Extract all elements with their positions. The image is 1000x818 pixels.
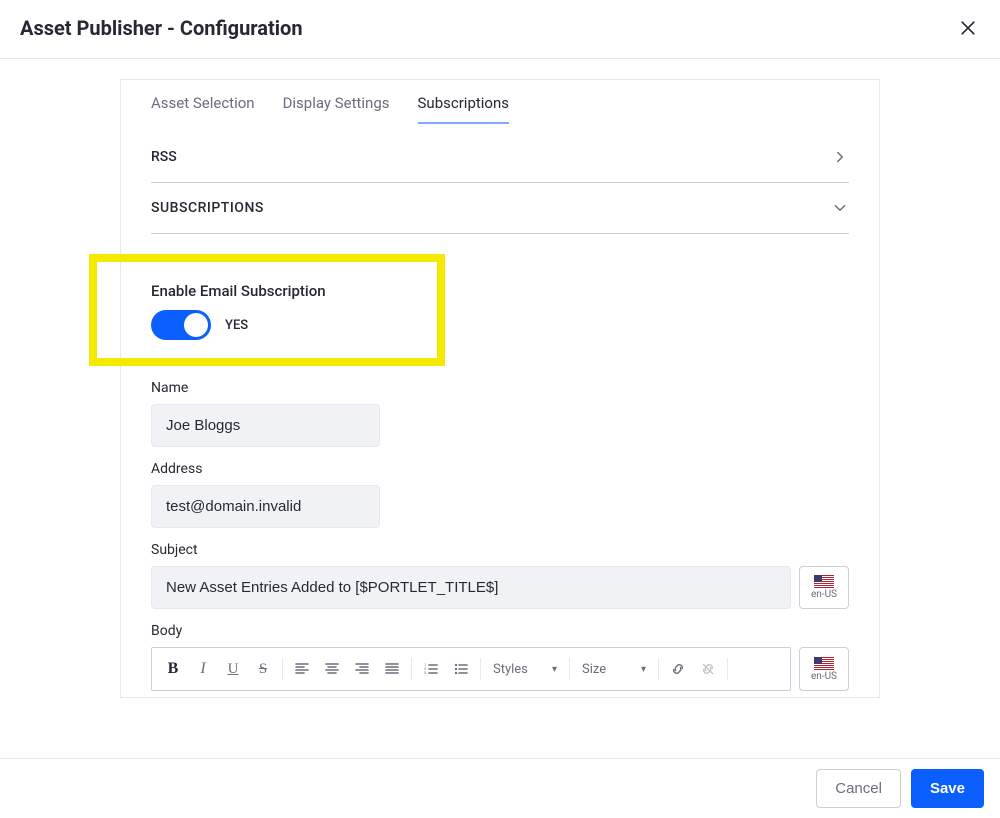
enable-email-subscription-toggle[interactable] bbox=[151, 310, 211, 340]
align-justify-button[interactable] bbox=[377, 654, 407, 684]
align-left-icon bbox=[294, 661, 310, 677]
toolbar-separator bbox=[569, 658, 570, 680]
highlight-enable-subscription: Enable Email Subscription YES bbox=[89, 254, 445, 366]
tab-display-settings[interactable]: Display Settings bbox=[283, 94, 390, 124]
unordered-list-icon bbox=[453, 661, 469, 677]
align-right-button[interactable] bbox=[347, 654, 377, 684]
toolbar-separator bbox=[658, 658, 659, 680]
chevron-right-icon bbox=[831, 148, 849, 166]
svg-text:3: 3 bbox=[424, 670, 426, 675]
address-input[interactable] bbox=[151, 485, 380, 528]
strikethrough-button[interactable]: S bbox=[248, 654, 278, 684]
unlink-button[interactable] bbox=[693, 654, 723, 684]
link-icon bbox=[670, 661, 686, 677]
tab-asset-selection[interactable]: Asset Selection bbox=[151, 94, 255, 124]
body-locale-code: en-US bbox=[811, 671, 837, 682]
size-select[interactable]: Size ▾ bbox=[574, 654, 654, 684]
subject-input[interactable] bbox=[151, 566, 791, 609]
align-center-button[interactable] bbox=[317, 654, 347, 684]
align-left-button[interactable] bbox=[287, 654, 317, 684]
enable-email-subscription-label: Enable Email Subscription bbox=[151, 282, 417, 300]
align-right-icon bbox=[354, 661, 370, 677]
ordered-list-icon: 123 bbox=[423, 661, 439, 677]
caret-down-icon: ▾ bbox=[552, 664, 557, 675]
tab-subscriptions[interactable]: Subscriptions bbox=[418, 94, 509, 124]
subject-locale-button[interactable]: en-US bbox=[799, 566, 849, 609]
toggle-status: YES bbox=[225, 318, 248, 333]
toolbar-separator bbox=[411, 658, 412, 680]
toolbar-separator bbox=[282, 658, 283, 680]
close-button[interactable] bbox=[956, 16, 980, 40]
us-flag-icon bbox=[814, 657, 834, 670]
save-button[interactable]: Save bbox=[911, 769, 984, 808]
unlink-icon bbox=[700, 661, 716, 677]
link-button[interactable] bbox=[663, 654, 693, 684]
size-select-label: Size bbox=[582, 662, 606, 677]
underline-button[interactable]: U bbox=[218, 654, 248, 684]
page-title: Asset Publisher - Configuration bbox=[20, 16, 303, 40]
name-input[interactable] bbox=[151, 404, 380, 447]
section-subscriptions[interactable]: SUBSCRIPTIONS bbox=[151, 183, 849, 234]
toolbar-separator bbox=[480, 658, 481, 680]
ordered-list-button[interactable]: 123 bbox=[416, 654, 446, 684]
styles-select-label: Styles bbox=[493, 662, 528, 677]
bold-button[interactable]: B bbox=[158, 654, 188, 684]
toolbar-separator bbox=[727, 658, 728, 680]
section-subscriptions-label: SUBSCRIPTIONS bbox=[151, 200, 264, 216]
body-editor: B I U S bbox=[151, 647, 791, 691]
subject-locale-code: en-US bbox=[811, 589, 837, 600]
chevron-down-icon bbox=[831, 199, 849, 217]
section-rss-label: RSS bbox=[151, 149, 177, 165]
italic-button[interactable]: I bbox=[188, 654, 218, 684]
close-icon bbox=[958, 18, 978, 38]
styles-select[interactable]: Styles ▾ bbox=[485, 654, 565, 684]
cancel-button[interactable]: Cancel bbox=[816, 769, 901, 808]
align-center-icon bbox=[324, 661, 340, 677]
subject-label: Subject bbox=[151, 542, 849, 558]
unordered-list-button[interactable] bbox=[446, 654, 476, 684]
body-label: Body bbox=[151, 623, 849, 639]
name-label: Name bbox=[151, 380, 849, 396]
us-flag-icon bbox=[814, 575, 834, 588]
address-label: Address bbox=[151, 461, 849, 477]
toggle-knob bbox=[184, 313, 208, 337]
align-justify-icon bbox=[384, 661, 400, 677]
caret-down-icon: ▾ bbox=[641, 664, 646, 675]
section-rss[interactable]: RSS bbox=[151, 132, 849, 183]
body-locale-button[interactable]: en-US bbox=[799, 647, 849, 691]
config-panel: Asset Selection Display Settings Subscri… bbox=[120, 79, 880, 698]
